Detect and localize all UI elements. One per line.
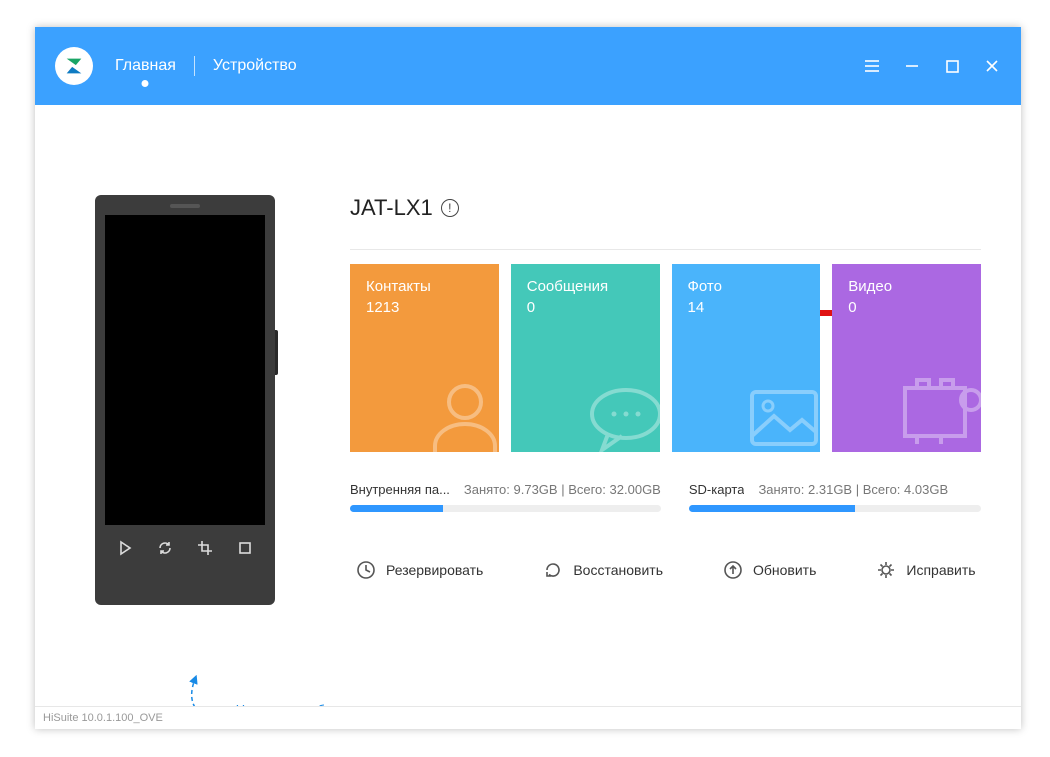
titlebar: Главная Устройство (35, 27, 1021, 105)
tiles-row: Контакты 1213 Сообщения 0 Фото 14 Видео … (350, 264, 981, 452)
nav-tabs: Главная Устройство (111, 55, 301, 77)
hint-close-button[interactable]: × (375, 701, 387, 706)
close-button[interactable] (983, 57, 1001, 75)
phone-crop-icon[interactable] (194, 537, 216, 559)
tile-contacts[interactable]: Контакты 1213 (350, 264, 499, 452)
tile-count: 14 (688, 299, 805, 316)
storage-row: Внутренняя па... Занято: 9.73GB | Всего:… (350, 482, 981, 512)
actions-row: Резервировать Восстановить Обновить Испр… (350, 558, 981, 582)
phone-refresh-icon[interactable] (154, 537, 176, 559)
storage-sd: SD-карта Занято: 2.31GB | Всего: 4.03GB (689, 482, 981, 512)
tab-home[interactable]: Главная (111, 55, 180, 77)
menu-icon[interactable] (863, 57, 881, 75)
device-info-icon[interactable]: ! (441, 199, 459, 217)
phone-square-icon[interactable] (234, 537, 256, 559)
action-label: Восстановить (573, 562, 663, 578)
storage-fill (689, 505, 856, 512)
update-button[interactable]: Обновить (717, 560, 822, 580)
phone-frame (95, 195, 275, 605)
storage-bar (689, 505, 981, 512)
device-title-row: JAT-LX1 ! (350, 195, 981, 221)
status-bar: HiSuite 10.0.1.100_OVE (35, 706, 1021, 729)
tile-count: 0 (527, 299, 644, 316)
tab-device[interactable]: Устройство (209, 55, 301, 77)
videos-icon (893, 364, 981, 452)
restore-button[interactable]: Восстановить (537, 560, 669, 580)
tile-count: 0 (848, 299, 965, 316)
divider (350, 249, 981, 250)
action-label: Резервировать (386, 562, 483, 578)
phone-back-icon[interactable] (114, 537, 136, 559)
tile-label: Фото (688, 278, 805, 295)
window-controls (863, 57, 1009, 75)
content-area: Нажмите, чтобы перейти к полноэкранной ×… (35, 105, 1021, 706)
storage-fill (350, 505, 443, 512)
tile-count: 1213 (366, 299, 483, 316)
app-window: Главная Устройство (35, 27, 1021, 729)
version-text: HiSuite 10.0.1.100_OVE (43, 712, 163, 724)
minimize-button[interactable] (903, 57, 921, 75)
storage-title: SD-карта (689, 482, 745, 497)
maximize-button[interactable] (943, 57, 961, 75)
storage-bar (350, 505, 661, 512)
contacts-icon (417, 370, 499, 452)
tile-label: Видео (848, 278, 965, 295)
tile-label: Контакты (366, 278, 483, 295)
phone-speaker (170, 204, 200, 208)
phone-preview: Нажмите, чтобы перейти к полноэкранной × (95, 195, 295, 605)
storage-internal: Внутренняя па... Занято: 9.73GB | Всего:… (350, 482, 661, 512)
device-name: JAT-LX1 (350, 195, 433, 221)
action-label: Обновить (753, 562, 816, 578)
messages-icon (578, 370, 660, 452)
fullscreen-hint: Нажмите, чтобы перейти к полноэкранной (205, 701, 365, 706)
tile-label: Сообщения (527, 278, 644, 295)
nav-separator (194, 56, 195, 76)
photos-icon (738, 370, 820, 452)
tile-messages[interactable]: Сообщения 0 (511, 264, 660, 452)
tile-videos[interactable]: Видео 0 (832, 264, 981, 452)
phone-side-button (275, 330, 278, 375)
app-logo-icon (55, 47, 93, 85)
tile-photos[interactable]: Фото 14 (672, 264, 821, 452)
phone-nav-bar (95, 525, 275, 570)
repair-button[interactable]: Исправить (870, 560, 981, 580)
phone-screen[interactable] (105, 215, 265, 525)
action-label: Исправить (906, 562, 975, 578)
device-info-panel: JAT-LX1 ! Контакты 1213 Сообщения 0 (350, 195, 981, 582)
storage-title: Внутренняя па... (350, 482, 450, 497)
backup-button[interactable]: Резервировать (350, 560, 489, 580)
